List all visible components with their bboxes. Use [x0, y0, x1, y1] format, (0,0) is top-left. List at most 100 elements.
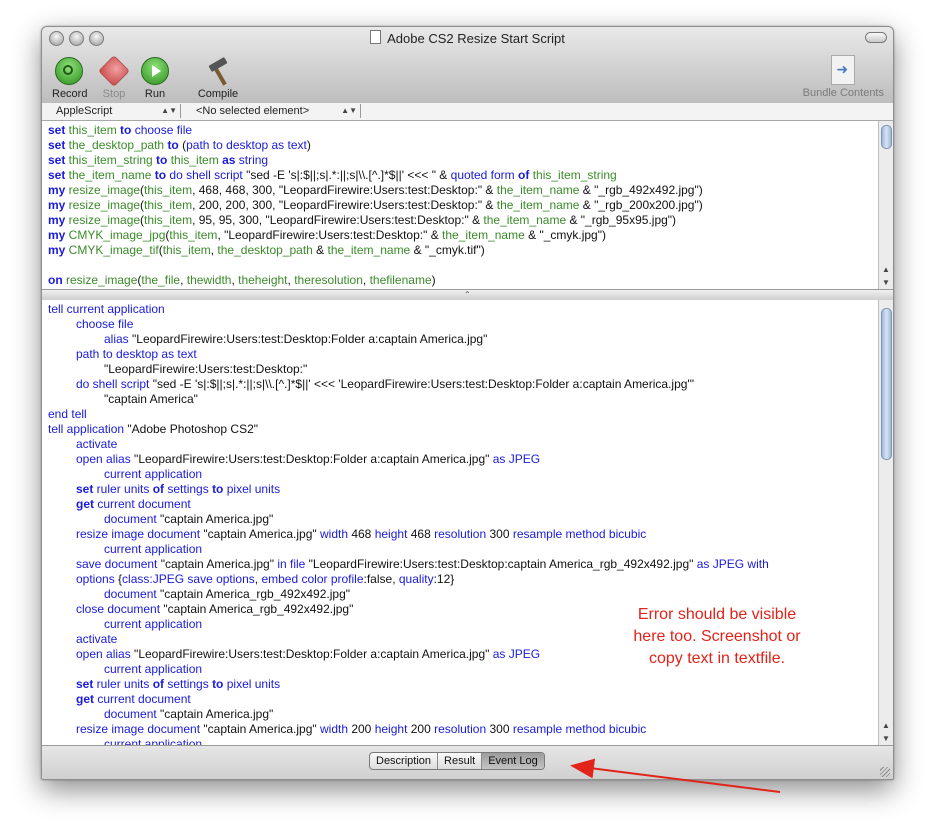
- script-line[interactable]: on resize_image(the_file, thewidth, theh…: [48, 273, 879, 288]
- log-line[interactable]: save document "captain America.jpg" in f…: [48, 557, 879, 572]
- code-token: this_item: [144, 198, 193, 212]
- log-line[interactable]: open alias "LeopardFirewire:Users:test:D…: [48, 452, 879, 467]
- code-token: , 200, 200, 300, "LeopardFirewire:Users:…: [192, 198, 497, 212]
- code-token: resize_image: [65, 183, 141, 197]
- code-token: thewidth: [186, 273, 232, 287]
- toolbar-toggle-button[interactable]: [865, 32, 887, 43]
- resize-grip-icon[interactable]: [880, 767, 890, 777]
- log-line[interactable]: "LeopardFirewire:Users:test:Desktop:": [48, 362, 879, 377]
- script-line[interactable]: my CMYK_image_tif(this_item, the_desktop…: [48, 243, 879, 258]
- log-line[interactable]: end tell: [48, 407, 879, 422]
- log-line[interactable]: resize image document "captain America.j…: [48, 527, 879, 542]
- script-line[interactable]: my CMYK_image_jpg(this_item, "LeopardFir…: [48, 228, 879, 243]
- code-token: ): [431, 273, 436, 287]
- splitter-handle-icon[interactable]: ⌃: [464, 290, 471, 299]
- code-token: & "_rgb_95x95.jpg"): [566, 213, 677, 227]
- log-scrollbar[interactable]: ▲ ▼: [878, 300, 893, 745]
- code-token: 300: [486, 527, 513, 541]
- code-token: width: [319, 527, 348, 541]
- log-line[interactable]: set ruler units of settings to pixel uni…: [48, 677, 879, 692]
- log-line[interactable]: activate: [48, 437, 879, 452]
- run-button[interactable]: Run: [140, 57, 170, 100]
- log-line[interactable]: "captain America": [48, 392, 879, 407]
- code-token: "captain America.jpg": [200, 527, 320, 541]
- script-line[interactable]: my resize_image(this_item, 468, 468, 300…: [48, 183, 879, 198]
- script-line[interactable]: set this_item to choose file: [48, 123, 879, 138]
- code-token: resize_image: [65, 213, 141, 227]
- code-token: document: [104, 587, 157, 601]
- log-line[interactable]: document "captain America.jpg": [48, 512, 879, 527]
- code-token: this_item: [144, 213, 193, 227]
- code-token: & "_rgb_200x200.jpg"): [579, 198, 703, 212]
- script-line[interactable]: my resize_image(this_item, 95, 95, 300, …: [48, 213, 879, 228]
- log-line[interactable]: set ruler units of settings to pixel uni…: [48, 482, 879, 497]
- run-label: Run: [144, 88, 166, 100]
- tab-result[interactable]: Result: [438, 753, 483, 769]
- log-line[interactable]: path to desktop as text: [48, 347, 879, 362]
- script-line[interactable]: set this_item_string to this_item as str…: [48, 153, 879, 168]
- stop-icon: [98, 55, 130, 87]
- code-token: my: [48, 183, 66, 197]
- log-line[interactable]: tell application "Adobe Photoshop CS2": [48, 422, 879, 437]
- window-title: Adobe CS2 Resize Start Script: [42, 30, 893, 46]
- scroll-arrows-icon[interactable]: ▲ ▼: [879, 263, 893, 289]
- code-token: this_item: [169, 228, 218, 242]
- log-line[interactable]: current application: [48, 467, 879, 482]
- script-line[interactable]: set the_item_name to do shell script "se…: [48, 168, 879, 183]
- compile-button[interactable]: Compile: [194, 56, 242, 100]
- code-token: the_item_name: [496, 198, 580, 212]
- bundle-icon: [831, 55, 856, 85]
- code-token: my: [48, 228, 66, 242]
- event-log-text[interactable]: tell current application choose file alias…: [42, 300, 879, 745]
- log-line[interactable]: get current document: [48, 497, 879, 512]
- scroll-arrows-icon[interactable]: ▲ ▼: [879, 719, 893, 745]
- tab-event-log[interactable]: Event Log: [482, 753, 544, 769]
- log-line[interactable]: document "captain America.jpg": [48, 707, 879, 722]
- code-token: current application: [104, 737, 203, 745]
- language-value: AppleScript: [56, 105, 113, 117]
- log-line[interactable]: resize image document "captain America.j…: [48, 722, 879, 737]
- code-token: CMYK_image_tif: [65, 243, 159, 257]
- result-tabs-segmented-control[interactable]: Description Result Event Log: [369, 752, 545, 770]
- script-line[interactable]: set the_desktop_path to (path to desktop…: [48, 138, 879, 153]
- log-line[interactable]: options {class:JPEG save options, embed …: [48, 572, 879, 587]
- code-token: quoted form: [450, 168, 515, 182]
- element-popup[interactable]: <No selected element> ▲▼: [182, 104, 361, 118]
- code-token: resolution: [434, 527, 487, 541]
- log-line[interactable]: get current document: [48, 692, 879, 707]
- script-line[interactable]: my resize_image(this_item, 200, 200, 300…: [48, 198, 879, 213]
- script-scrollbar[interactable]: ▲ ▼: [878, 121, 893, 289]
- run-icon: [141, 57, 169, 85]
- log-line[interactable]: alias "LeopardFirewire:Users:test:Deskto…: [48, 332, 879, 347]
- script-text[interactable]: set this_item to choose file set the_desk…: [42, 121, 879, 289]
- code-token: & "_rgb_492x492.jpg"): [579, 183, 703, 197]
- tab-description[interactable]: Description: [370, 753, 439, 769]
- code-token: current document: [94, 497, 191, 511]
- code-token: , "LeopardFirewire:Users:test:Desktop:" …: [217, 228, 443, 242]
- log-line[interactable]: document "captain America_rgb_492x492.jp…: [48, 587, 879, 602]
- code-token: the_desktop_path: [65, 138, 168, 152]
- script-line[interactable]: [48, 258, 879, 273]
- record-button[interactable]: Record: [52, 57, 87, 100]
- code-token: settings: [164, 482, 213, 496]
- event-log-pane[interactable]: tell current application choose file alias…: [42, 300, 879, 745]
- code-token: theresolution: [294, 273, 363, 287]
- log-line[interactable]: current application: [48, 737, 879, 745]
- code-token: "captain America.jpg": [156, 512, 274, 526]
- log-line[interactable]: do shell script "sed -E 's|:$||;s|.*:||;…: [48, 377, 879, 392]
- code-token: "captain America.jpg": [200, 722, 320, 736]
- stop-button[interactable]: Stop: [98, 55, 130, 100]
- code-token: the_desktop_path: [217, 243, 313, 257]
- script-scroll-thumb[interactable]: [881, 125, 892, 149]
- code-token: "sed -E 's|:$||;s|.*:||;s|\\.[^.]*$||' <…: [149, 377, 694, 391]
- code-token: "LeopardFirewire:Users:test:Desktop:capt…: [305, 557, 697, 571]
- script-editor[interactable]: set this_item to choose file set the_desk…: [42, 121, 879, 289]
- code-token: set: [76, 677, 94, 691]
- language-popup[interactable]: AppleScript ▲▼: [42, 104, 181, 118]
- log-line[interactable]: current application: [48, 542, 879, 557]
- log-line[interactable]: tell current application: [48, 302, 879, 317]
- log-scroll-thumb[interactable]: [881, 308, 892, 460]
- code-token: tell current application: [48, 302, 165, 316]
- log-line[interactable]: choose file: [48, 317, 879, 332]
- bundle-contents-button[interactable]: Bundle Contents: [803, 55, 884, 99]
